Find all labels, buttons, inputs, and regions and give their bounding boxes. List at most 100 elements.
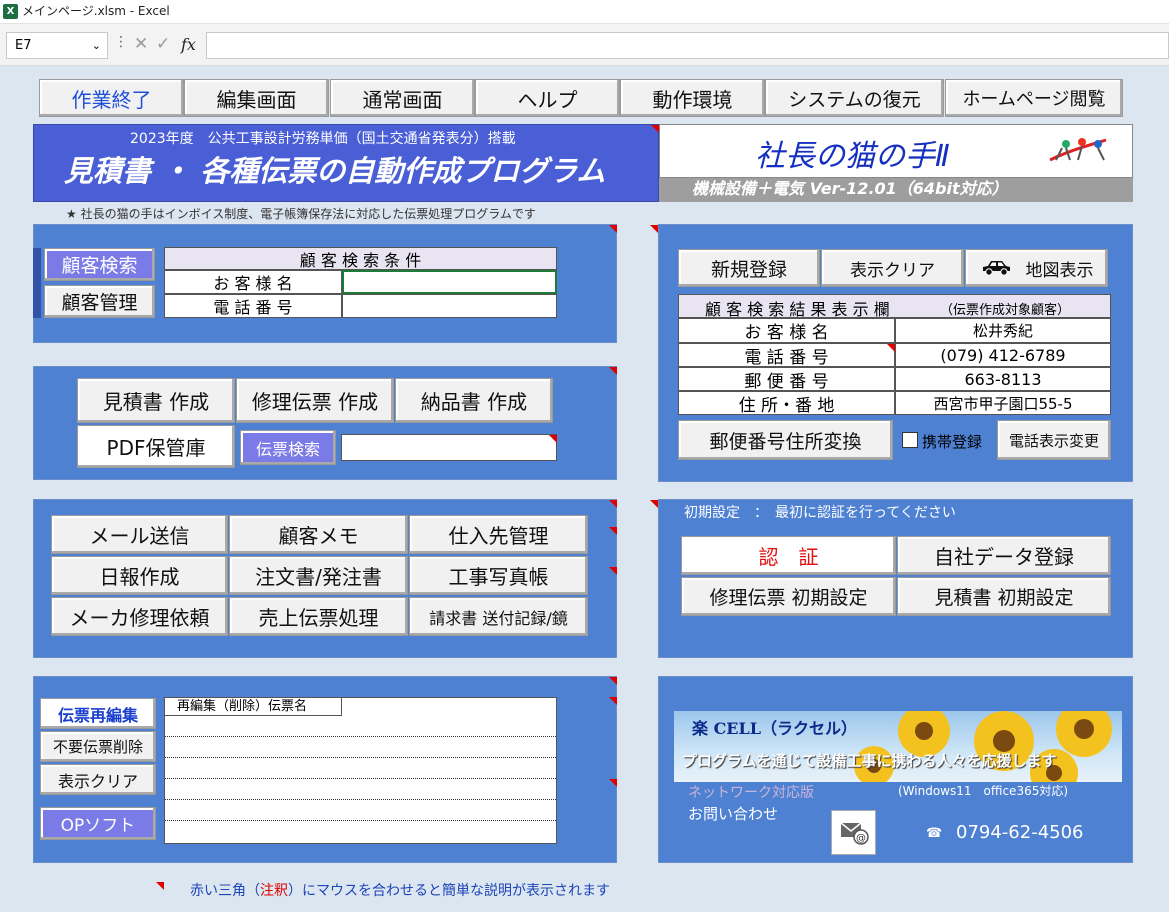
cancel-icon[interactable]: ✕ [134,32,148,57]
map-display-button[interactable]: 地図表示 [965,249,1108,287]
comment-marker[interactable] [549,435,557,443]
chevron-down-icon[interactable]: ⌄ [92,33,101,58]
system-restore-button[interactable]: システムの復元 [765,79,944,117]
authenticate-button[interactable]: 認 証 [681,536,896,575]
send-mail-button[interactable]: メール送信 [51,515,228,554]
environment-button[interactable]: 動作環境 [620,79,765,117]
phone-input[interactable] [342,294,557,318]
delete-slip-button[interactable]: 不要伝票削除 [40,731,156,762]
customer-manage-button[interactable]: 顧客管理 [44,285,155,318]
comment-marker[interactable] [609,500,617,508]
company-data-button[interactable]: 自社データ登録 [897,536,1111,575]
comment-marker[interactable] [609,567,617,575]
result-label: 電 話 番 号 [678,343,895,368]
comment-marker[interactable] [650,225,658,233]
search-condition-header: 顧 客 検 索 条 件 [164,247,557,270]
comment-marker[interactable] [887,344,895,352]
comment-marker-legend-icon [156,882,164,890]
result-phone-value: (079) 412-6789 [895,343,1111,367]
create-repair-slip-button[interactable]: 修理伝票 作成 [236,378,394,423]
create-delivery-note-button[interactable]: 納品書 作成 [395,378,553,423]
function-icon[interactable]: fx [181,32,196,57]
result-label: 住 所・番 地 [678,391,895,416]
edit-screen-button[interactable]: 編集画面 [184,79,329,117]
comment-marker[interactable] [609,697,617,705]
slip-list-row[interactable] [165,758,556,779]
clear-display-button[interactable]: 表示クリア [821,249,964,287]
help-button[interactable]: ヘルプ [475,79,620,117]
slip-list-row[interactable] [165,737,556,758]
op-soft-button[interactable]: OPソフト [40,807,156,840]
version-text: 機械設備＋電気 Ver-12.01（64bit対応） [692,179,1008,198]
phone-icon: ☎ [926,826,943,841]
footer-note-pre: 赤い三角（ [190,883,260,899]
photo-album-button[interactable]: 工事写真帳 [409,556,588,595]
comment-marker[interactable] [609,677,617,685]
map-button-label: 地図表示 [1025,260,1094,281]
slip-search-input[interactable] [341,434,557,461]
mail-icon[interactable]: @ [831,810,876,855]
sunflower-banner: 楽 CELL（ラクセル） プログラムを通じて設備工事に携わる人々を応援します [674,711,1122,782]
setup-heading: 初期設定 ： 最初に認証を行ってください [684,505,956,521]
comment-marker[interactable] [609,779,617,787]
phone-display-change-button[interactable]: 電話表示変更 [997,420,1111,460]
normal-screen-button[interactable]: 通常画面 [330,79,475,117]
banner-subtitle: 2023年度 公共工事設計労務単価（国土交通省発表分）搭載 [130,131,516,147]
result-header-note: （伝票作成対象顧客） [940,303,1071,318]
mobile-register-checkbox[interactable] [902,432,918,448]
comment-marker[interactable] [609,225,617,233]
window-title: メインページ.xlsm - Excel [22,4,170,18]
comment-marker[interactable] [609,527,617,535]
svg-text:@: @ [856,833,866,844]
invoice-record-button[interactable]: 請求書 送付記録/鏡 [409,597,588,636]
enter-icon[interactable]: ✓ [156,32,170,57]
daily-report-button[interactable]: 日報作成 [51,556,228,595]
supplier-manage-button[interactable]: 仕入先管理 [409,515,588,554]
customer-search-button[interactable]: 顧客検索 [44,248,155,281]
slip-list-header: 再編集（削除）伝票名 [165,698,342,716]
comment-marker[interactable] [609,367,617,375]
result-address-value: 西宮市甲子園口55-5 [895,391,1111,415]
slip-list-row[interactable] [165,779,556,800]
sales-slip-button[interactable]: 売上伝票処理 [229,597,408,636]
new-register-button[interactable]: 新規登録 [678,249,820,287]
contact-label: お問い合わせ [688,805,779,823]
footer-note-red: 注釈 [260,883,288,899]
maker-repair-button[interactable]: メーカ修理依頼 [51,597,228,636]
window-title-bar: メインページ.xlsm - Excel [0,0,1169,24]
result-label: お 客 様 名 [678,318,895,343]
create-estimate-button[interactable]: 見積書 作成 [77,378,235,423]
slip-search-button[interactable]: 伝票検索 [240,430,336,465]
comment-marker[interactable] [650,500,658,508]
result-name-value: 松井秀紀 [895,318,1111,343]
name-box-value: E7 [15,38,32,53]
exit-button[interactable]: 作業終了 [39,79,184,117]
customer-name-input[interactable] [342,270,557,294]
homepage-button[interactable]: ホームページ閲覧 [945,79,1123,117]
product-name: 社長の猫の手Ⅱ [755,139,950,174]
comment-marker[interactable] [651,125,659,133]
excel-icon: X [3,4,18,19]
invoice-note: ★ 社長の猫の手はインボイス制度、電子帳簿保存法に対応した伝票処理プログラムです [66,207,536,221]
slip-list-row[interactable] [165,716,556,737]
formula-input[interactable] [206,32,1169,59]
order-form-button[interactable]: 注文書/発注書 [229,556,408,595]
footer-note: 赤い三角（注釈）にマウスを合わせると簡単な説明が表示されます [190,880,610,900]
customer-memo-button[interactable]: 顧客メモ [229,515,408,554]
slip-list-row[interactable] [165,800,556,821]
repair-slip-setup-button[interactable]: 修理伝票 初期設定 [681,577,896,616]
name-box[interactable]: E7 ⌄ [6,32,108,59]
banner-slogan: プログラムを通じて設備工事に携わる人々を応援します [682,752,1057,770]
result-header-label: 顧 客 検 索 結 果 表 示 欄 [705,300,890,319]
company-logo-icon [1046,134,1118,166]
pdf-storage-button[interactable]: PDF保管庫 [77,425,235,468]
zip-address-convert-button[interactable]: 郵便番号住所変換 [678,420,893,460]
panel-edge [33,248,41,318]
clear-list-button[interactable]: 表示クリア [40,764,156,795]
car-icon [982,261,1010,276]
reedit-slip-button[interactable]: 伝票再編集 [40,698,156,729]
estimate-setup-button[interactable]: 見積書 初期設定 [897,577,1111,616]
mobile-register-label: 携帯登録 [922,433,983,451]
network-edition-label: ネットワーク対応版 [688,785,814,801]
compat-label: (Windows11 office365対応) [898,784,1069,798]
